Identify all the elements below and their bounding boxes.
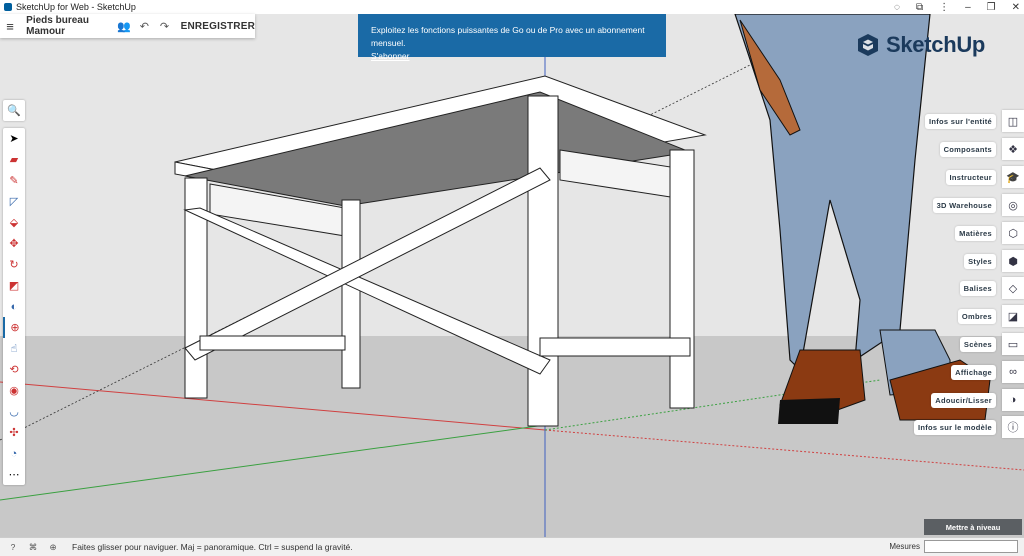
sketchup-logo: SketchUp: [856, 32, 985, 58]
panel-entity-info[interactable]: Infos sur l'entité ◫: [924, 110, 1024, 132]
share-icon[interactable]: ⧉: [916, 2, 923, 13]
info-entity-icon[interactable]: ◫: [1002, 110, 1024, 132]
panel-label[interactable]: Adoucir/Lisser: [931, 392, 996, 408]
panel-shadows[interactable]: Ombres ◪: [957, 305, 1024, 327]
stretcher-left: [199, 335, 346, 351]
panel-label[interactable]: Composants: [939, 141, 996, 157]
section-plane-icon[interactable]: ⊕: [3, 317, 25, 338]
panel-styles[interactable]: Styles ⬢: [964, 250, 1024, 272]
scale-icon[interactable]: ◩: [3, 275, 25, 296]
panel-label[interactable]: Infos sur le modèle: [913, 419, 996, 435]
instructor-icon[interactable]: 🎓: [1002, 166, 1024, 188]
status-hint: Faites glisser pour naviguer. Maj = pano…: [72, 542, 353, 552]
banner-message: Exploitez les fonctions puissantes de Go…: [371, 25, 645, 48]
upgrade-button[interactable]: Mettre à niveau: [924, 519, 1022, 535]
window-controls: ◌ ⧉ ⋮ – ❐ ✕: [894, 0, 1020, 14]
panel-label[interactable]: Scènes: [959, 336, 996, 352]
stretcher-right: [539, 337, 691, 357]
panel-display[interactable]: Affichage ∞: [951, 361, 1024, 383]
more-tools-icon[interactable]: ⋯: [3, 464, 25, 485]
subscription-banner: Exploitez les fonctions puissantes de Go…: [358, 14, 666, 61]
undo-icon[interactable]: ↶: [134, 20, 154, 33]
panel-instructor[interactable]: Instructeur 🎓: [945, 166, 1024, 188]
move-icon[interactable]: ✥: [3, 233, 25, 254]
document-toolbar: ≡ Pieds bureau Mamour 👥 ↶ ↷ ENREGISTRER: [0, 14, 255, 38]
panel-label[interactable]: Ombres: [957, 308, 996, 324]
leg-front-right: [527, 95, 559, 427]
measures-label: Mesures: [889, 542, 920, 551]
pencil-icon[interactable]: ✎: [3, 170, 25, 191]
app-logo-icon: [4, 3, 12, 11]
minimize-button[interactable]: –: [965, 2, 971, 13]
save-button[interactable]: ENREGISTRER: [181, 21, 255, 32]
search-icon[interactable]: 🔍: [3, 100, 25, 121]
tape-measure-icon[interactable]: ◸: [3, 191, 25, 212]
brand-name: SketchUp: [886, 32, 986, 57]
status-bar: ? ⌘ ⊕ Faites glisser pour naviguer. Maj …: [0, 537, 1024, 556]
search-tool-group: 🔍: [3, 100, 25, 121]
collaborators-icon[interactable]: 👥: [114, 20, 134, 33]
leg-back-left: [341, 199, 361, 389]
person-shoe-left-sole: [778, 398, 840, 424]
app-title: SketchUp for Web - SketchUp: [4, 2, 136, 12]
panel-label[interactable]: Affichage: [951, 364, 996, 380]
green-axis: [0, 424, 546, 501]
panel-label[interactable]: Infos sur l'entité: [924, 113, 996, 129]
eraser-icon[interactable]: ▰: [3, 149, 25, 170]
close-button[interactable]: ✕: [1012, 2, 1020, 13]
warehouse-icon[interactable]: ◎: [1002, 194, 1024, 216]
follow-me-icon[interactable]: ⟲: [3, 359, 25, 380]
window-titlebar: SketchUp for Web - SketchUp ◌ ⧉ ⋮ – ❐ ✕: [0, 0, 1024, 14]
panel-label[interactable]: 3D Warehouse: [932, 197, 996, 213]
rotate-icon[interactable]: ↻: [3, 254, 25, 275]
restore-button[interactable]: ❐: [987, 2, 996, 13]
panel-tags[interactable]: Balises ◇: [959, 277, 1024, 299]
mouse-icon[interactable]: ⌘: [26, 542, 40, 553]
extension-icon[interactable]: ⋮: [939, 2, 949, 13]
subscribe-link[interactable]: S'abonner: [371, 50, 666, 63]
panel-soften[interactable]: Adoucir/Lisser ◑: [931, 389, 1024, 411]
tags-icon[interactable]: ◇: [1002, 277, 1024, 299]
tool-palette: ➤ ▰ ✎ ◸ ⬙ ✥ ↻ ◩ ◐ ⊕ ☝ ⟲ ◉ ◡ ✣ ◔ ⋯: [3, 128, 25, 485]
select-icon[interactable]: ➤: [3, 128, 25, 149]
document-name[interactable]: Pieds bureau Mamour: [26, 15, 114, 37]
materials-icon[interactable]: ⬡: [1002, 222, 1024, 244]
panel-label[interactable]: Balises: [959, 280, 996, 296]
scenes-icon[interactable]: ▭: [1002, 333, 1024, 355]
offset-icon[interactable]: ◡: [3, 401, 25, 422]
panel-model-info[interactable]: Infos sur le modèle ⓘ: [913, 416, 1024, 438]
components-icon[interactable]: ❖: [1002, 138, 1024, 160]
panel-components[interactable]: Composants ❖: [939, 138, 1024, 160]
soften-icon[interactable]: ◑: [1002, 389, 1024, 411]
model-info-icon[interactable]: ⓘ: [1002, 416, 1024, 438]
sketchup-logo-icon: [858, 34, 878, 56]
globe-icon[interactable]: ⊕: [46, 542, 60, 553]
push-pull-icon[interactable]: ⬙: [3, 212, 25, 233]
panel-scenes[interactable]: Scènes ▭: [959, 333, 1024, 355]
panel-3d-warehouse[interactable]: 3D Warehouse ◎: [932, 194, 1024, 216]
red-axis: [0, 381, 546, 431]
panel-label[interactable]: Matières: [955, 225, 996, 241]
paint-bucket-icon[interactable]: ◉: [3, 380, 25, 401]
axes-icon[interactable]: ✣: [3, 422, 25, 443]
measures-box: Mesures: [889, 540, 1018, 553]
protractor-icon[interactable]: ◔: [3, 443, 25, 464]
measures-input[interactable]: [924, 540, 1018, 553]
leg-back-right: [669, 149, 695, 409]
scene-drawing: [0, 14, 1024, 537]
hamburger-menu-icon[interactable]: ≡: [0, 19, 20, 34]
paint-icon[interactable]: ◐: [3, 296, 25, 317]
model-viewport[interactable]: [0, 14, 1024, 537]
display-icon[interactable]: ∞: [1002, 361, 1024, 383]
help-icon[interactable]: ?: [6, 542, 20, 552]
styles-icon[interactable]: ⬢: [1002, 250, 1024, 272]
redo-icon[interactable]: ↷: [154, 20, 174, 33]
window-title: SketchUp for Web - SketchUp: [16, 2, 136, 12]
panel-label[interactable]: Styles: [964, 253, 996, 269]
eye-off-icon[interactable]: ◌: [894, 2, 900, 13]
panel-materials[interactable]: Matières ⬡: [955, 222, 1024, 244]
shadows-icon[interactable]: ◪: [1002, 305, 1024, 327]
orbit-icon[interactable]: ☝: [3, 338, 25, 359]
panel-label[interactable]: Instructeur: [945, 169, 996, 185]
